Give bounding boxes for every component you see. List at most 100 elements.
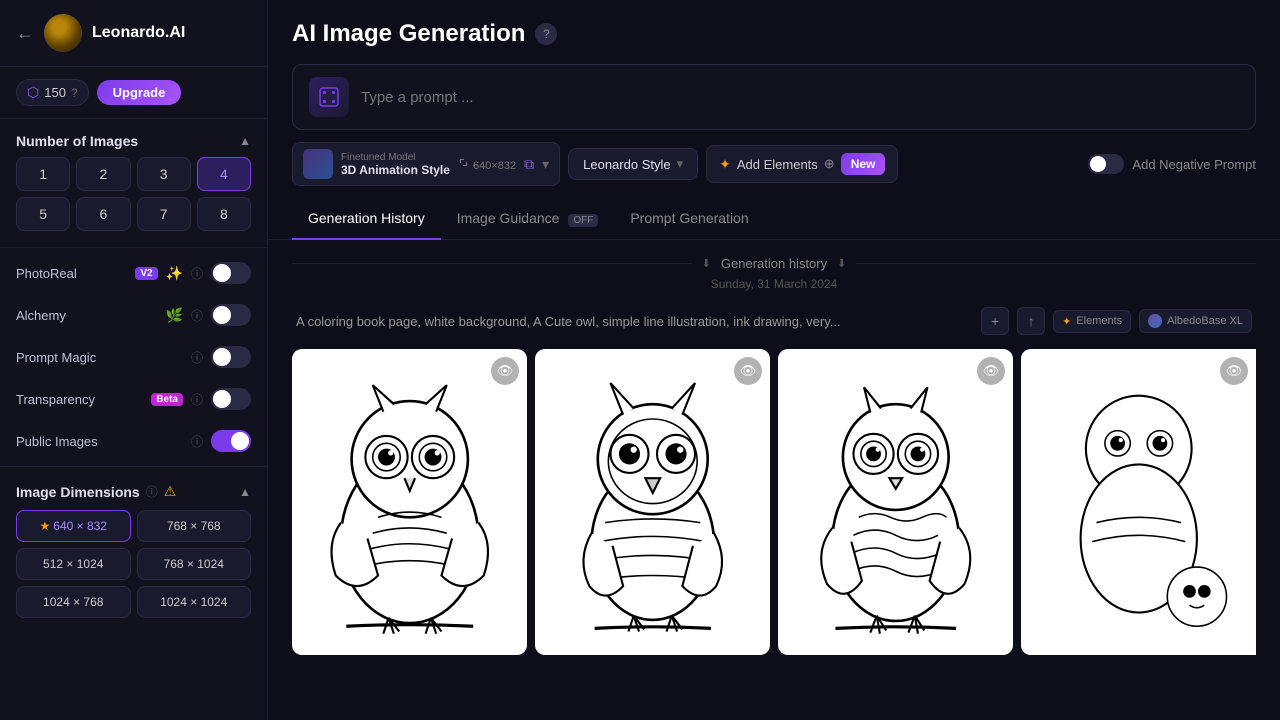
num-btn-1[interactable]: 1 — [16, 157, 70, 191]
history-section-header: ⬇ Generation history ⬇ — [292, 256, 1256, 271]
model-size: 640×832 — [458, 157, 516, 172]
num-btn-6[interactable]: 6 — [76, 197, 130, 231]
image-eye-btn-1[interactable]: 👁 — [491, 357, 519, 385]
public-images-toggle[interactable] — [211, 430, 251, 452]
image-card-3[interactable]: 👁 — [778, 349, 1013, 655]
num-btn-3[interactable]: 3 — [137, 157, 191, 191]
history-date: Sunday, 31 March 2024 — [292, 277, 1256, 291]
dim-btn-1024x768[interactable]: 1024 × 768 — [16, 586, 131, 618]
dim-btn-768x768[interactable]: 768 × 768 — [137, 510, 252, 542]
elements-label: Add Elements — [737, 157, 818, 172]
elements-star-icon: ✦ — [719, 156, 731, 173]
model-chevron-icon: ▾ — [542, 156, 549, 173]
tab-generation-history[interactable]: Generation History — [292, 198, 441, 240]
page-title: AI Image Generation — [292, 20, 525, 48]
style-selector[interactable]: Leonardo Style ▾ — [568, 148, 698, 180]
image-card-4[interactable]: 👁 — [1021, 349, 1256, 655]
dim-btn-1024x1024[interactable]: 1024 × 1024 — [137, 586, 252, 618]
alchemy-info-icon[interactable]: ⓘ — [191, 307, 203, 324]
back-button[interactable]: ← — [16, 24, 34, 42]
dim-btn-768x1024[interactable]: 768 × 1024 — [137, 548, 252, 580]
dim-info-icon[interactable]: ⓘ — [146, 483, 158, 500]
neg-prompt-row: Add Negative Prompt — [1088, 154, 1256, 174]
prompt-magic-info-icon[interactable]: ⓘ — [191, 349, 203, 366]
tabs-row: Generation History Image Guidance OFF Pr… — [268, 198, 1280, 240]
public-images-info-icon[interactable]: ⓘ — [191, 433, 203, 450]
upgrade-button[interactable]: Upgrade — [97, 80, 182, 105]
neg-prompt-toggle[interactable] — [1088, 154, 1124, 174]
alchemy-label: Alchemy — [16, 308, 158, 323]
history-prompt-row: A coloring book page, white background, … — [292, 307, 1256, 335]
arrow-left-icon: ⬇ — [702, 257, 711, 270]
avatar — [44, 14, 82, 52]
prompt-magic-row: Prompt Magic ⓘ — [0, 336, 267, 378]
num-btn-8[interactable]: 8 — [197, 197, 251, 231]
images-grid: 👁 — [292, 349, 1256, 655]
new-badge: New — [841, 153, 886, 175]
dim-header: Image Dimensions ⓘ ⚠ ▲ — [16, 483, 251, 500]
num-btn-4[interactable]: 4 — [197, 157, 251, 191]
model-name: 3D Animation Style — [341, 163, 450, 177]
public-images-row: Public Images ⓘ — [0, 420, 267, 462]
prompt-magic-label: Prompt Magic — [16, 350, 183, 365]
image-eye-btn-3[interactable]: 👁 — [977, 357, 1005, 385]
page-help-icon[interactable]: ? — [535, 23, 557, 45]
add-prompt-button[interactable]: + — [981, 307, 1009, 335]
transparency-toggle[interactable] — [211, 388, 251, 410]
model-tag-avatar — [1148, 314, 1162, 328]
num-images-section-header: Number of Images ▲ — [0, 119, 267, 157]
num-btn-7[interactable]: 7 — [137, 197, 191, 231]
image-eye-btn-2[interactable]: 👁 — [734, 357, 762, 385]
alchemy-toggle[interactable] — [211, 304, 251, 326]
model-tag-label: AlbedoBase XL — [1167, 315, 1243, 327]
model-info: Finetuned Model 3D Animation Style — [341, 152, 450, 177]
tab-image-guidance[interactable]: Image Guidance OFF — [441, 198, 615, 240]
model-tag: AlbedoBase XL — [1139, 309, 1252, 333]
dim-grid: ★640 × 832 768 × 768 512 × 1024 768 × 10… — [16, 510, 251, 618]
photoreal-label: PhotoReal — [16, 266, 127, 281]
image-card-1[interactable]: 👁 — [292, 349, 527, 655]
num-btn-2[interactable]: 2 — [76, 157, 130, 191]
main-header: AI Image Generation ? Fine — [268, 0, 1280, 198]
history-label: Generation history — [721, 256, 827, 271]
history-prompt-text: A coloring book page, white background, … — [296, 314, 971, 329]
elements-tag-icon: ✦ — [1062, 315, 1071, 328]
dim-chevron-up-icon[interactable]: ▲ — [239, 485, 251, 499]
transparency-row: Transparency Beta ⓘ — [0, 378, 267, 420]
dim-title: Image Dimensions — [16, 484, 140, 500]
prompt-magic-toggle[interactable] — [211, 346, 251, 368]
prompt-input[interactable] — [361, 89, 1239, 106]
num-btn-5[interactable]: 5 — [16, 197, 70, 231]
tab-prompt-generation[interactable]: Prompt Generation — [614, 198, 764, 240]
number-grid: 1 2 3 4 5 6 7 8 — [0, 157, 267, 243]
prompt-actions: + ↑ ✦ Elements AlbedoBase XL — [981, 307, 1252, 335]
model-selector[interactable]: Finetuned Model 3D Animation Style 640×8… — [292, 142, 560, 186]
owl-image-1 — [292, 349, 527, 655]
chevron-up-icon[interactable]: ▲ — [239, 134, 251, 148]
sidebar-header: ← Leonardo.AI — [0, 0, 267, 67]
main-content: AI Image Generation ? Fine — [268, 0, 1280, 720]
credits-badge: ⬡ 150 ? — [16, 79, 89, 106]
dim-btn-512x1024[interactable]: 512 × 1024 — [16, 548, 131, 580]
image-card-2[interactable]: 👁 — [535, 349, 770, 655]
toolbar: Finetuned Model 3D Animation Style 640×8… — [292, 142, 1256, 186]
credits-value: 150 — [44, 85, 66, 100]
photoreal-info-icon[interactable]: ⓘ — [191, 265, 203, 282]
credits-icon: ⬡ — [27, 84, 39, 101]
owl-image-4 — [1021, 349, 1256, 655]
elements-tag-label: Elements — [1076, 315, 1122, 327]
transparency-info-icon[interactable]: ⓘ — [191, 391, 203, 408]
owl-image-2 — [535, 349, 770, 655]
num-images-title: Number of Images — [16, 133, 138, 149]
rerun-button[interactable]: ↑ — [1017, 307, 1045, 335]
photoreal-toggle[interactable] — [211, 262, 251, 284]
dim-btn-640x832[interactable]: ★640 × 832 — [16, 510, 131, 542]
prompt-icon-box — [309, 77, 349, 117]
credits-help-icon[interactable]: ? — [71, 86, 78, 100]
content-area: ⬇ Generation history ⬇ Sunday, 31 March … — [268, 240, 1280, 720]
elements-button[interactable]: ✦ Add Elements ⊕ New — [706, 145, 898, 183]
image-eye-btn-4[interactable]: 👁 — [1220, 357, 1248, 385]
page-title-row: AI Image Generation ? — [292, 20, 1256, 48]
alchemy-icon: 🌿 — [166, 307, 183, 324]
divider-left — [292, 263, 692, 264]
